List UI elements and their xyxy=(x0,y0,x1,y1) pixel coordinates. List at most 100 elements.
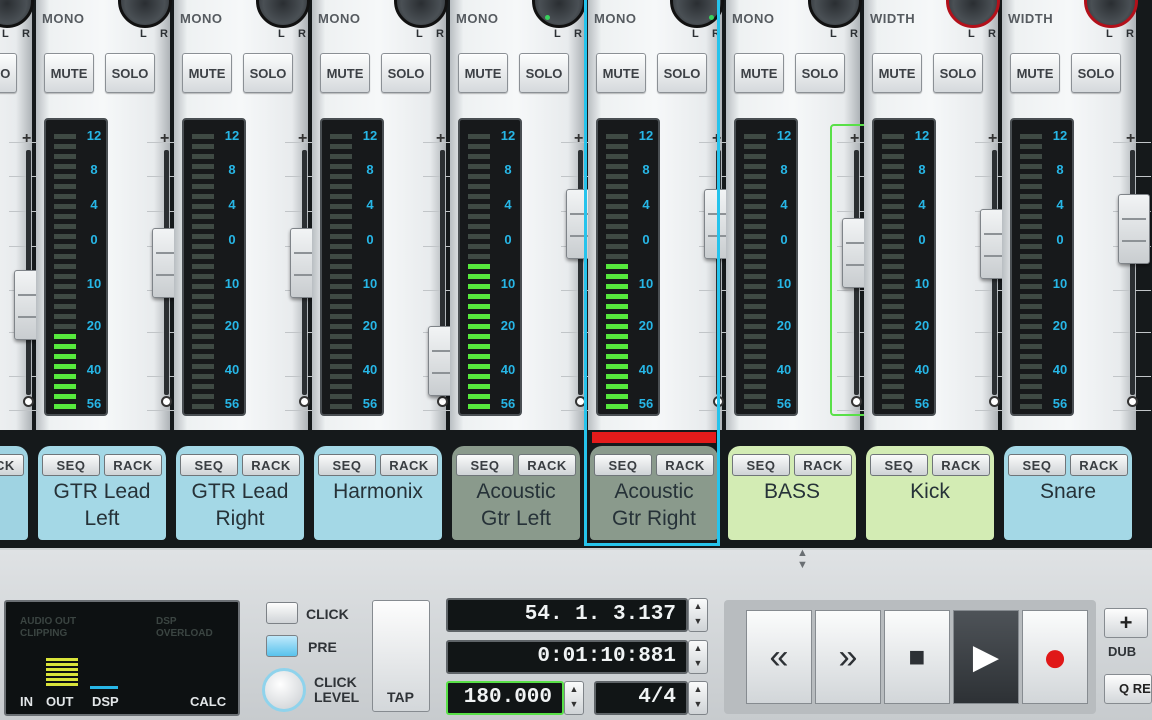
fader-tick xyxy=(1113,410,1151,411)
meter-scale-label: 8 xyxy=(504,162,512,177)
tempo-spinner[interactable]: ▲ ▼ xyxy=(564,681,584,715)
meter-segment xyxy=(1020,274,1042,279)
seq-button[interactable]: SEQ xyxy=(42,454,100,476)
meter-segment xyxy=(330,234,352,239)
channel-label[interactable]: SEQ RACK Snare xyxy=(1004,446,1132,540)
quantize-record-button[interactable]: Q RE xyxy=(1104,674,1152,704)
meter-scale-label: 56 xyxy=(500,396,516,411)
mute-button[interactable]: MUTE xyxy=(320,53,370,93)
seq-button[interactable]: SEQ xyxy=(456,454,514,476)
fader-max-icon: + xyxy=(574,130,584,147)
resize-grip-icon[interactable]: ▲ ▼ xyxy=(797,547,808,571)
meter-scale-label: 12 xyxy=(1052,128,1068,143)
channel-label[interactable]: SEQ RACK Harmonix xyxy=(314,446,442,540)
overload-label: OVERLOAD xyxy=(156,628,213,639)
solo-button[interactable]: SOLO xyxy=(381,53,431,93)
meter-segment xyxy=(744,394,766,399)
meter-scale-label: 40 xyxy=(776,362,792,377)
rack-button[interactable]: RACK xyxy=(380,454,438,476)
fast-forward-button[interactable]: » xyxy=(815,610,881,704)
meter-segment xyxy=(468,324,490,329)
solo-button[interactable]: SOLO xyxy=(519,53,569,93)
rack-button[interactable]: RACK xyxy=(104,454,162,476)
rack-button[interactable]: RACK xyxy=(794,454,852,476)
plus-button[interactable]: + xyxy=(1104,608,1148,638)
seq-button[interactable]: SEQ xyxy=(180,454,238,476)
meter-segment xyxy=(468,334,490,339)
rack-button[interactable]: RACK xyxy=(932,454,990,476)
seq-button[interactable]: SEQ xyxy=(732,454,790,476)
meter-segment xyxy=(468,164,490,169)
meter-segment xyxy=(1020,204,1042,209)
channel-label[interactable]: SEQ RACK Acoustic Gtr Left xyxy=(452,446,580,540)
mute-button[interactable]: MUTE xyxy=(734,53,784,93)
meter-segment xyxy=(744,224,766,229)
click-toggle-button[interactable] xyxy=(266,602,298,624)
pre-toggle-button[interactable] xyxy=(266,635,298,657)
pan-right-label: R xyxy=(850,28,858,40)
meter-segment xyxy=(468,304,490,309)
seq-button[interactable]: SEQ xyxy=(1008,454,1066,476)
meter-scale-label: 10 xyxy=(914,276,930,291)
meter-segment xyxy=(744,264,766,269)
meter-scale-label: 20 xyxy=(224,318,240,333)
fader-max-icon: + xyxy=(22,130,32,147)
mute-button[interactable]: MUTE xyxy=(44,53,94,93)
meter-segment xyxy=(744,344,766,349)
pan-left-label: L xyxy=(830,28,837,40)
play-button[interactable]: ▶ xyxy=(953,610,1019,704)
mute-button[interactable]: MUTE xyxy=(458,53,508,93)
meter-segment xyxy=(330,204,352,209)
meter-segment xyxy=(882,324,904,329)
time-position-spinner[interactable]: ▲ ▼ xyxy=(688,640,708,674)
tempo-display[interactable]: 180.000 xyxy=(446,681,564,715)
seq-button[interactable]: SEQ xyxy=(318,454,376,476)
rack-button[interactable]: RACK xyxy=(518,454,576,476)
channel-label[interactable]: SEQ RACK GTR Lead Right xyxy=(176,446,304,540)
tap-tempo-button[interactable]: TAP xyxy=(372,600,430,712)
meter-segment xyxy=(1020,254,1042,259)
meter-segment xyxy=(1020,194,1042,199)
solo-button[interactable]: SOLO xyxy=(795,53,845,93)
meter-scale-label: 40 xyxy=(362,362,378,377)
record-button[interactable]: ● xyxy=(1022,610,1088,704)
rewind-button[interactable]: « xyxy=(746,610,812,704)
fader-max-icon: + xyxy=(298,130,308,147)
rack-button[interactable]: RACK xyxy=(242,454,300,476)
pan-left-label: L xyxy=(1106,28,1113,40)
meter-segment xyxy=(54,374,76,379)
rack-button[interactable]: RACK xyxy=(0,454,24,476)
mute-button[interactable]: MUTE xyxy=(872,53,922,93)
meter-scale-label: 0 xyxy=(1056,232,1064,247)
fader-min-icon xyxy=(1127,396,1138,407)
meter-scale-label: 4 xyxy=(1056,197,1064,212)
pan-right-label: R xyxy=(574,28,582,40)
meter-segment xyxy=(468,244,490,249)
channel-label[interactable]: SEQ RACK Kick xyxy=(866,446,994,540)
time-signature-spinner[interactable]: ▲ ▼ xyxy=(688,681,708,715)
bar-position-spinner[interactable]: ▲ ▼ xyxy=(688,598,708,632)
click-level-knob[interactable] xyxy=(262,668,306,712)
volume-fader-handle[interactable] xyxy=(1118,194,1150,264)
stereo-mode-label: WIDTH xyxy=(1008,11,1054,26)
mute-button[interactable]: MUTE xyxy=(1010,53,1060,93)
channel-label[interactable]: SEQ RACK GTR Lead Left xyxy=(38,446,166,540)
channel-label[interactable]: SEQ RACK BASS xyxy=(728,446,856,540)
channel-label[interactable]: SEQRACK xyxy=(0,446,28,540)
solo-button[interactable]: SOLO xyxy=(243,53,293,93)
seq-button[interactable]: SEQ xyxy=(870,454,928,476)
channel-name: Kick xyxy=(910,480,950,503)
meter-segment xyxy=(1020,234,1042,239)
stop-button[interactable]: ■ xyxy=(884,610,950,704)
solo-button[interactable]: SOLO xyxy=(1071,53,1121,93)
mute-button[interactable]: MUTE xyxy=(182,53,232,93)
meter-segment xyxy=(882,354,904,359)
time-position-display[interactable]: 0:01:10:881 xyxy=(446,640,688,674)
solo-button[interactable]: SOLO xyxy=(0,53,17,93)
meter-segment xyxy=(54,174,76,179)
bar-position-display[interactable]: 54. 1. 3.137 xyxy=(446,598,688,632)
rack-button[interactable]: RACK xyxy=(1070,454,1128,476)
solo-button[interactable]: SOLO xyxy=(105,53,155,93)
solo-button[interactable]: SOLO xyxy=(933,53,983,93)
time-signature-display[interactable]: 4/4 xyxy=(594,681,688,715)
